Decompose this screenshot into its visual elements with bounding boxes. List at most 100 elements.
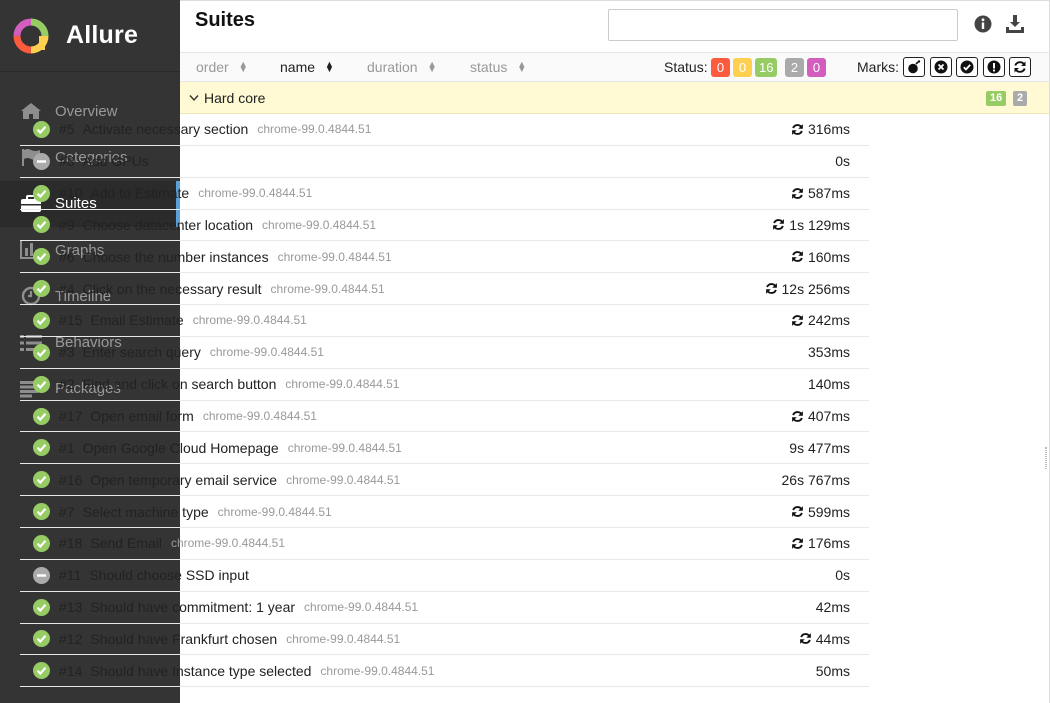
test-row[interactable]: #15 Email Estimate chrome-99.0.4844.51 242m…	[20, 305, 869, 337]
test-number: #7	[59, 503, 75, 520]
test-row[interactable]: #6 Choose the number instances chrome-99.0…	[20, 241, 869, 274]
mark-new-passed-toggle[interactable]	[956, 57, 978, 77]
sort-arrows-icon: ▲ ▼	[238, 59, 248, 74]
test-row[interactable]: #9 Choose datacenter location chrome-99.0.…	[20, 210, 869, 242]
test-duration: 9s 477ms	[789, 439, 850, 456]
status-skipped-toggle[interactable]: 2	[785, 58, 804, 77]
allure-logo-icon	[13, 18, 49, 53]
times-circle-icon	[934, 60, 948, 74]
test-row[interactable]: #10 Add to Estimate chrome-99.0.4844.51 587…	[20, 178, 869, 210]
test-name: Click on the necessary result	[82, 280, 262, 297]
test-duration-cell: 50ms	[816, 663, 850, 679]
resize-handle[interactable]	[1045, 447, 1047, 469]
test-parameter: chrome-99.0.4844.51	[257, 122, 372, 137]
sort-status[interactable]: status ▲ ▼	[470, 59, 526, 75]
test-duration-cell: 160ms	[791, 249, 850, 265]
test-parameter: chrome-99.0.4844.51	[262, 217, 377, 232]
test-row[interactable]: #11 Should choose SSD input 0s	[20, 560, 869, 592]
test-name: Enter search query	[82, 344, 201, 361]
test-row[interactable]: #2 Find and click on search button chrome-…	[20, 369, 869, 401]
test-duration: 140ms	[807, 376, 850, 393]
sort-duration[interactable]: duration ▲ ▼	[367, 59, 437, 75]
status-passed-icon	[33, 375, 50, 393]
test-name: Open temporary email service	[90, 471, 278, 488]
test-number: #8	[59, 153, 75, 170]
test-row[interactable]: #17 Open email form chrome-99.0.4844.51 407…	[20, 401, 869, 433]
suite-group-name: Hard core	[204, 89, 266, 106]
test-parameter: chrome-99.0.4844.51	[217, 504, 332, 519]
brand[interactable]: Allure	[0, 0, 180, 72]
test-row[interactable]: #18 Send Email chrome-99.0.4844.51 176ms	[20, 528, 869, 560]
test-duration: 160ms	[807, 248, 850, 265]
group-passed-badge: 16	[986, 91, 1007, 106]
test-duration-cell: 353ms	[808, 344, 850, 360]
mark-retries-status-change-toggle[interactable]	[1009, 57, 1031, 77]
test-row[interactable]: #16 Open temporary email service chrome-99…	[20, 464, 869, 497]
test-number: #12	[59, 630, 83, 647]
test-duration-cell: 242ms	[791, 312, 850, 328]
download-icon[interactable]	[1004, 13, 1026, 35]
test-list: #5 Activate necessary section chrome-99.0.…	[20, 114, 869, 688]
test-duration: 0s	[835, 153, 850, 170]
info-icon[interactable]	[972, 13, 994, 35]
test-name: Open email form	[90, 408, 194, 425]
check-circle-icon	[960, 60, 974, 74]
test-row[interactable]: #5 Activate necessary section chrome-99.0.…	[20, 114, 869, 146]
mark-new-failed-toggle[interactable]	[930, 57, 952, 77]
test-row[interactable]: #1 Open Google Cloud Homepage chrome-99.0.…	[20, 432, 869, 465]
test-row[interactable]: #4 Click on the necessary result chrome-99…	[20, 273, 869, 306]
test-row[interactable]: #7 Select machine type chrome-99.0.4844.51…	[20, 496, 869, 528]
suite-group-row[interactable]: Hard core 16 2	[180, 82, 1049, 114]
search-input[interactable]	[608, 9, 958, 41]
test-parameter: chrome-99.0.4844.51	[320, 663, 435, 678]
sort-order[interactable]: order ▲ ▼	[196, 59, 248, 75]
sort-order-label: order	[196, 59, 229, 75]
test-duration-cell: 316ms	[791, 121, 850, 137]
status-passed-icon	[33, 630, 50, 648]
test-name: Add GPUs	[82, 153, 149, 170]
test-row[interactable]: #3 Enter search query chrome-99.0.4844.51 3…	[20, 337, 869, 369]
test-parameter: chrome-99.0.4844.51	[286, 472, 401, 487]
retries-icon	[791, 250, 804, 263]
test-duration-cell: 0s	[835, 153, 850, 169]
mark-flaky-toggle[interactable]	[903, 57, 925, 77]
test-row[interactable]: #14 Should have Instance type selected chr…	[20, 655, 869, 688]
mark-new-broken-toggle[interactable]	[983, 57, 1005, 77]
status-passed-icon	[33, 280, 50, 298]
status-skipped-icon	[33, 566, 50, 584]
test-row[interactable]: #8 Add GPUs 0s	[20, 146, 869, 178]
test-duration: 316ms	[807, 121, 850, 138]
app-title: Allure	[66, 21, 139, 49]
status-passed-icon	[33, 343, 50, 361]
sort-name[interactable]: name ▲ ▼	[280, 59, 334, 75]
test-name: Find and click on search button	[82, 376, 277, 393]
test-parameter: chrome-99.0.4844.51	[277, 249, 392, 264]
test-name: Should have Instance type selected	[90, 662, 312, 679]
test-row[interactable]: #13 Should have commitment: 1 year chrome-…	[20, 592, 869, 624]
test-parameter: chrome-99.0.4844.51	[209, 345, 324, 360]
status-broken-toggle[interactable]: 0	[733, 58, 752, 77]
retries-icon	[791, 123, 804, 136]
status-passed-icon	[33, 534, 50, 552]
test-row[interactable]: #12 Should have Frankfurt chosen chrome-99…	[20, 624, 869, 656]
status-passed-icon	[33, 439, 50, 457]
test-duration: 12s 256ms	[781, 280, 850, 297]
test-name: Open Google Cloud Homepage	[82, 439, 279, 456]
test-duration-cell: 12s 256ms	[765, 281, 850, 297]
test-name: Should have commitment: 1 year	[90, 599, 296, 616]
bomb-icon	[908, 60, 921, 74]
test-duration-cell: 1s 129ms	[772, 217, 850, 233]
test-duration: 176ms	[807, 535, 850, 552]
status-unknown-toggle[interactable]: 0	[807, 58, 826, 77]
status-passed-toggle[interactable]: 16	[755, 58, 778, 77]
retries-icon	[772, 218, 785, 231]
status-failed-toggle[interactable]: 0	[711, 58, 730, 77]
status-filter-label: Status:	[664, 59, 708, 75]
sort-arrows-icon: ▲ ▼	[325, 59, 334, 74]
test-name: Email Estimate	[90, 312, 184, 329]
test-number: #1	[59, 439, 75, 456]
test-parameter: chrome-99.0.4844.51	[170, 536, 286, 551]
sort-status-label: status	[470, 59, 508, 75]
test-duration-cell: 407ms	[791, 408, 850, 424]
test-number: #9	[59, 216, 75, 233]
